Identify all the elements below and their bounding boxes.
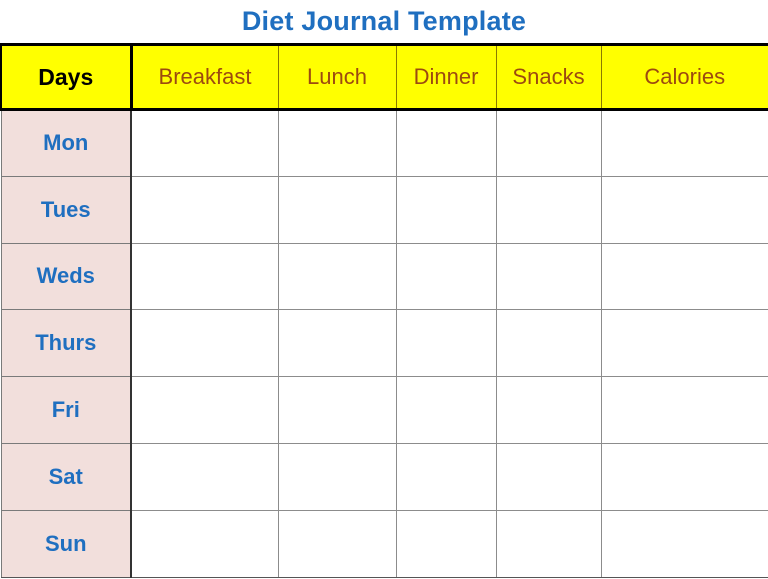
entry-cell-tues-snacks[interactable] bbox=[495, 175, 602, 244]
table-row: Sun bbox=[0, 509, 768, 578]
entry-cell-mon-snacks[interactable] bbox=[495, 109, 602, 177]
day-label-fri: Fri bbox=[0, 376, 132, 444]
column-header-snacks: Snacks bbox=[495, 43, 602, 111]
day-label-mon: Mon bbox=[0, 109, 132, 177]
day-label-sat: Sat bbox=[0, 442, 132, 511]
entry-cell-thurs-calories[interactable] bbox=[600, 309, 768, 378]
entry-cell-sun-dinner[interactable] bbox=[395, 509, 497, 578]
entry-cell-tues-dinner[interactable] bbox=[395, 175, 497, 244]
column-header-days: Days bbox=[0, 43, 133, 111]
entry-cell-thurs-dinner[interactable] bbox=[395, 309, 497, 378]
entry-cell-mon-breakfast[interactable] bbox=[130, 109, 279, 177]
diet-journal-page: Diet Journal Template Days Breakfast Lun… bbox=[0, 0, 768, 579]
entry-cell-sun-snacks[interactable] bbox=[495, 509, 602, 578]
entry-cell-fri-lunch[interactable] bbox=[277, 376, 397, 444]
entry-cell-mon-calories[interactable] bbox=[600, 109, 768, 177]
diet-journal-table-container: Days Breakfast Lunch Dinner Snacks Calor… bbox=[0, 43, 768, 578]
entry-cell-mon-dinner[interactable] bbox=[395, 109, 497, 177]
entry-cell-fri-breakfast[interactable] bbox=[130, 376, 279, 444]
column-header-breakfast: Breakfast bbox=[130, 43, 279, 111]
entry-cell-sat-calories[interactable] bbox=[600, 442, 768, 511]
entry-cell-thurs-breakfast[interactable] bbox=[130, 309, 279, 378]
table-row: Weds bbox=[0, 242, 768, 311]
entry-cell-sat-snacks[interactable] bbox=[495, 442, 602, 511]
entry-cell-sun-calories[interactable] bbox=[600, 509, 768, 578]
column-header-calories: Calories bbox=[600, 43, 768, 111]
entry-cell-fri-snacks[interactable] bbox=[495, 376, 602, 444]
entry-cell-thurs-lunch[interactable] bbox=[277, 309, 397, 378]
table-row: Sat bbox=[0, 442, 768, 511]
entry-cell-sat-breakfast[interactable] bbox=[130, 442, 279, 511]
entry-cell-tues-lunch[interactable] bbox=[277, 175, 397, 244]
entry-cell-sun-lunch[interactable] bbox=[277, 509, 397, 578]
table-body: Mon Tues Weds Thurs Fri Sat Sun bbox=[0, 109, 768, 578]
entry-cell-mon-lunch[interactable] bbox=[277, 109, 397, 177]
entry-cell-sat-dinner[interactable] bbox=[395, 442, 497, 511]
column-header-lunch: Lunch bbox=[277, 43, 397, 111]
column-header-dinner: Dinner bbox=[395, 43, 497, 111]
entry-cell-weds-breakfast[interactable] bbox=[130, 242, 279, 311]
entry-cell-fri-dinner[interactable] bbox=[395, 376, 497, 444]
entry-cell-thurs-snacks[interactable] bbox=[495, 309, 602, 378]
header-row: Days Breakfast Lunch Dinner Snacks Calor… bbox=[0, 43, 768, 111]
day-label-weds: Weds bbox=[0, 242, 132, 311]
table-row: Fri bbox=[0, 376, 768, 444]
day-label-tues: Tues bbox=[0, 175, 132, 244]
entry-cell-fri-calories[interactable] bbox=[600, 376, 768, 444]
title-bar: Diet Journal Template bbox=[0, 0, 768, 43]
diet-journal-table: Days Breakfast Lunch Dinner Snacks Calor… bbox=[0, 43, 768, 578]
entry-cell-weds-snacks[interactable] bbox=[495, 242, 602, 311]
entry-cell-weds-dinner[interactable] bbox=[395, 242, 497, 311]
entry-cell-weds-lunch[interactable] bbox=[277, 242, 397, 311]
entry-cell-tues-calories[interactable] bbox=[600, 175, 768, 244]
table-row: Tues bbox=[0, 175, 768, 244]
table-row: Mon bbox=[0, 109, 768, 177]
entry-cell-tues-breakfast[interactable] bbox=[130, 175, 279, 244]
day-label-sun: Sun bbox=[0, 509, 132, 578]
entry-cell-weds-calories[interactable] bbox=[600, 242, 768, 311]
table-header: Days Breakfast Lunch Dinner Snacks Calor… bbox=[0, 43, 768, 111]
table-row: Thurs bbox=[0, 309, 768, 378]
day-label-thurs: Thurs bbox=[0, 309, 132, 378]
entry-cell-sat-lunch[interactable] bbox=[277, 442, 397, 511]
page-title: Diet Journal Template bbox=[241, 6, 527, 36]
entry-cell-sun-breakfast[interactable] bbox=[130, 509, 279, 578]
